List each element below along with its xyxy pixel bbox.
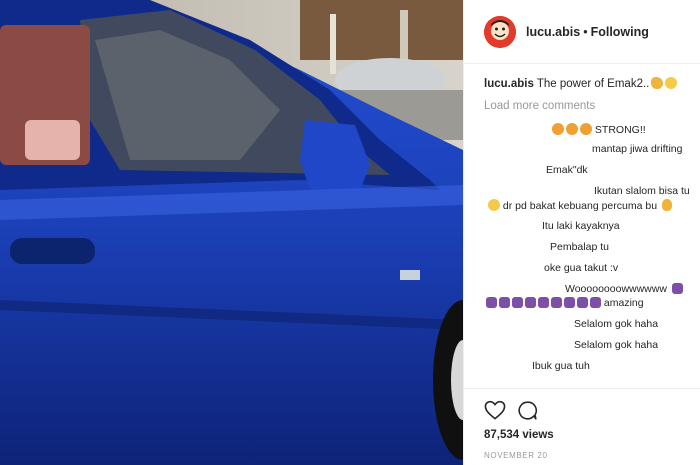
angry-face-icon [566, 123, 578, 135]
comment-item: oke gua takut :v [544, 262, 618, 274]
caption-username[interactable]: lucu.abis [484, 78, 534, 90]
raising-hands-icon [525, 297, 536, 308]
comment-item: amazing [484, 297, 644, 309]
post-sidebar: lucu.abis • Following lucu.abis The power o… [463, 0, 700, 465]
comment-item: Itu laki kayaknya [542, 220, 620, 232]
comment-item: dr pd bakat kebuang percuma bu [486, 199, 700, 212]
heart-icon[interactable] [484, 400, 506, 420]
flexed-biceps-icon [651, 77, 664, 89]
comment-item: Ikutan slalom bisa tu [594, 185, 700, 197]
raising-hands-icon [577, 297, 588, 308]
raising-hands-icon [671, 283, 683, 294]
comment-item: Woooooooowwwwww [565, 283, 700, 295]
comment-text: Selalom gok haha [574, 318, 659, 330]
comment-text: Itu laki kayaknya [542, 220, 620, 232]
post-header: lucu.abis • Following [464, 0, 700, 64]
comment-text: mantap jiwa drifting [592, 143, 683, 155]
caption-text: The power of Emak2.. [536, 78, 650, 90]
comment-item: STRONG!! [550, 123, 646, 136]
comment-text: dr pd bakat kebuang percuma bu [502, 200, 658, 212]
comment-text: oke gua takut :v [544, 262, 619, 274]
avatar[interactable] [484, 16, 516, 48]
comment-item: mantap jiwa drifting [592, 143, 700, 155]
following-button[interactable]: Following [591, 25, 649, 39]
raising-hands-icon [551, 297, 562, 308]
car-video-frame [0, 0, 463, 465]
post-actions: 87,534 views NOVEMBER 20 [464, 388, 700, 465]
comment-text: Selalom gok haha [574, 339, 659, 351]
angry-face-icon [552, 123, 564, 135]
comment-item: Pembalap tu [550, 241, 609, 253]
comment-text: amazing [603, 297, 644, 309]
thumbs-up-icon [661, 199, 672, 211]
comment-text: Woooooooowwwwww [565, 283, 667, 295]
comment-text: Ibuk gua tuh [532, 360, 590, 372]
load-more-comments-link[interactable]: Load more comments [484, 100, 595, 112]
comment-item: Emak"dk [546, 164, 588, 176]
comment-item: Selalom gok haha [574, 318, 658, 330]
post-date[interactable]: NOVEMBER 20 [484, 451, 548, 460]
header-username[interactable]: lucu.abis [526, 25, 580, 39]
raising-hands-icon [590, 297, 601, 308]
header-text: lucu.abis • Following [526, 25, 649, 39]
comment-icon[interactable] [517, 400, 538, 421]
header-separator: • [583, 25, 588, 39]
post-caption: lucu.abis The power of Emak2.. [484, 77, 678, 90]
comment-text: Ikutan slalom bisa tu [594, 185, 690, 197]
angry-face-icon [580, 123, 592, 135]
post-media[interactable] [0, 0, 463, 465]
raising-hands-icon [499, 297, 510, 308]
comment-text: STRONG!! [594, 124, 646, 136]
comment-item: Selalom gok haha [574, 339, 658, 351]
raising-hands-icon [486, 297, 497, 308]
comment-item: Ibuk gua tuh [532, 360, 590, 372]
raising-hands-icon [512, 297, 523, 308]
grinning-face-icon [665, 77, 678, 89]
view-count[interactable]: 87,534 views [484, 429, 554, 441]
raising-hands-icon [564, 297, 575, 308]
avatar-face-icon [484, 16, 516, 48]
raising-hands-icon [538, 297, 549, 308]
comment-text: Pembalap tu [550, 241, 609, 253]
grimacing-face-icon [488, 199, 500, 211]
comment-text: Emak"dk [546, 164, 588, 176]
